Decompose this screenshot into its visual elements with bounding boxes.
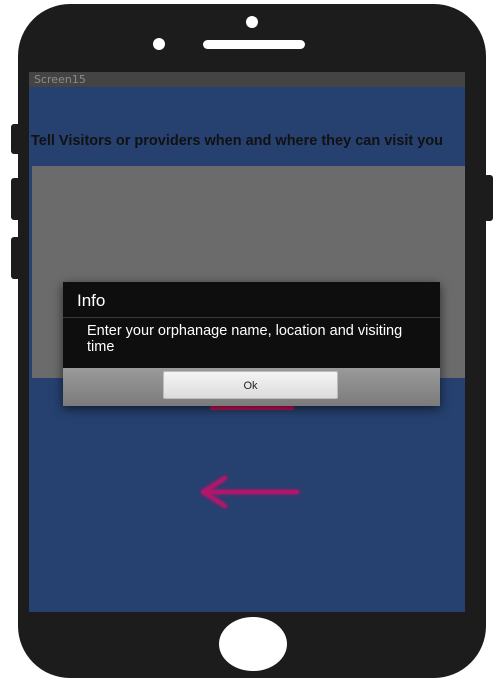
- back-arrow-icon[interactable]: [197, 472, 307, 512]
- instruction-heading: Tell Visitors or providers when and wher…: [31, 133, 444, 149]
- sensor-icon: [153, 38, 165, 50]
- dialog-message: Enter your orphanage name, location and …: [87, 323, 403, 355]
- dialog-button-bar: Ok: [63, 368, 440, 406]
- front-camera-icon: [246, 16, 258, 28]
- dialog-title: Info: [77, 291, 106, 310]
- dialog-divider: [63, 317, 440, 318]
- submit-button[interactable]: [210, 406, 294, 410]
- device-frame: Screen15 Tell Visitors or providers when…: [0, 0, 493, 681]
- title-bar: Screen15: [29, 72, 465, 87]
- screen-title: Screen15: [34, 73, 86, 86]
- speaker-grille: [203, 40, 305, 49]
- home-button[interactable]: [219, 617, 287, 671]
- ok-button[interactable]: Ok: [163, 371, 338, 399]
- info-dialog: Info Enter your orphanage name, location…: [63, 282, 440, 406]
